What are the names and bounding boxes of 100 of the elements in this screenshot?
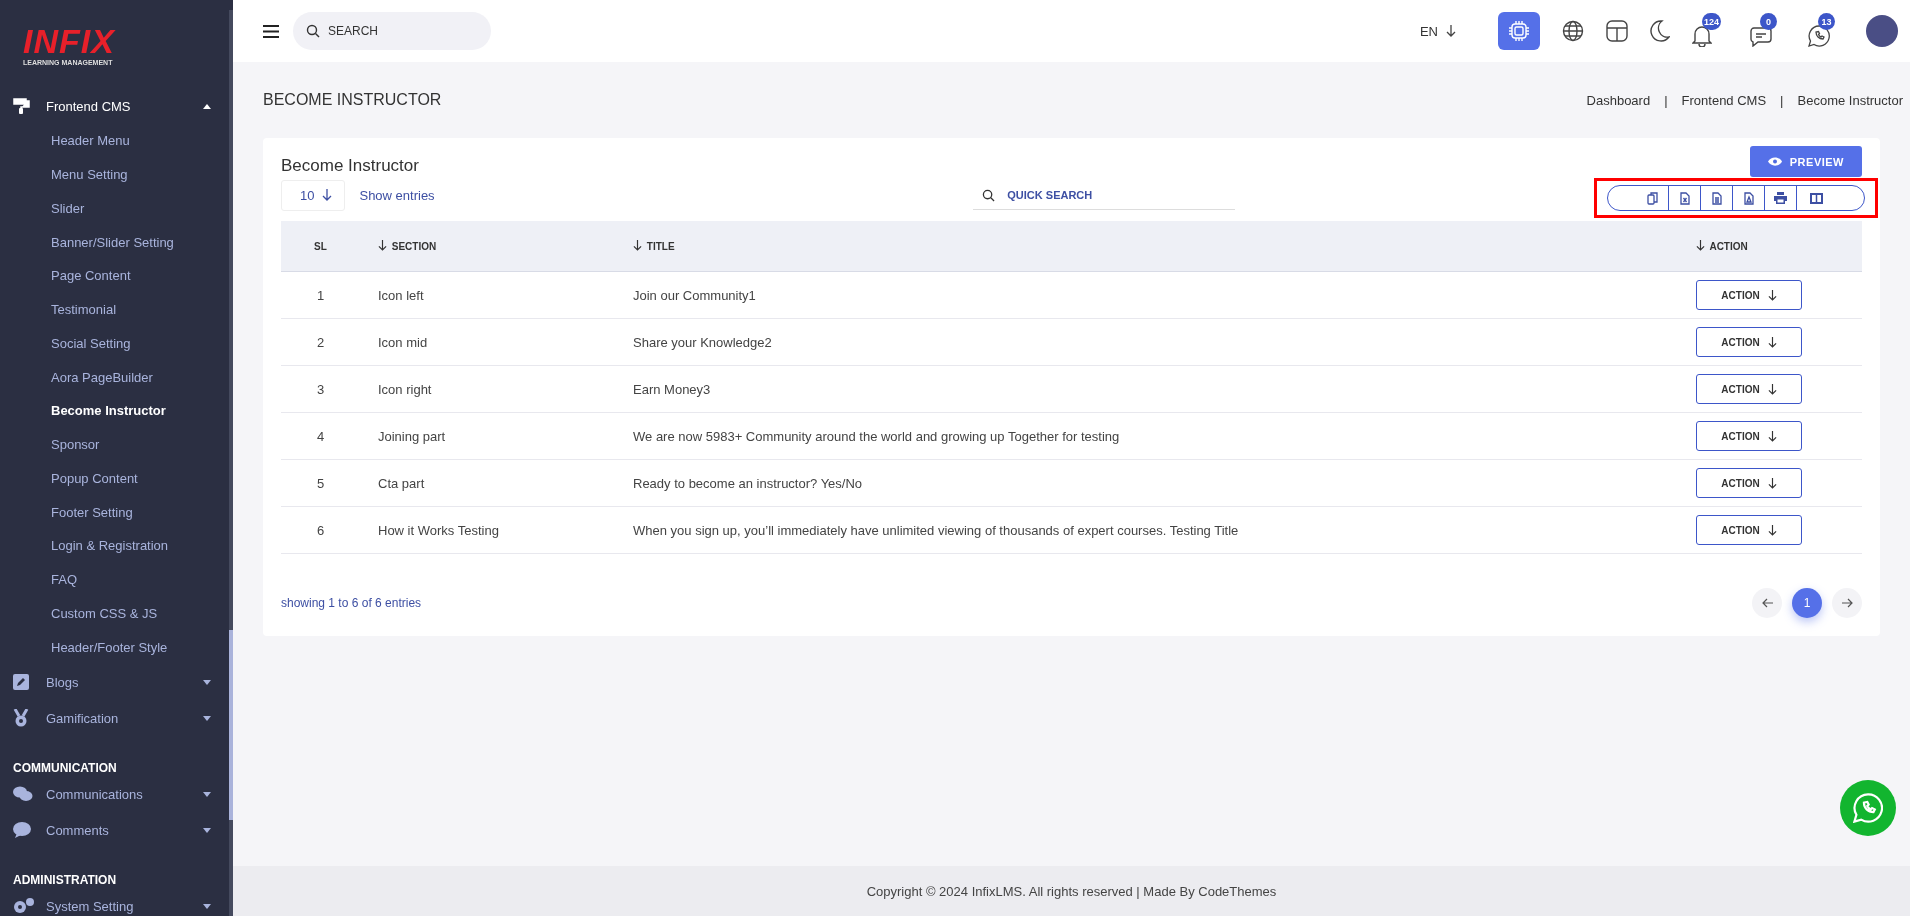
breadcrumb-link[interactable]: Become Instructor	[1797, 92, 1903, 108]
eye-icon	[1767, 157, 1782, 166]
search-icon	[982, 189, 996, 202]
breadcrumb-link[interactable]: Dashboard	[1586, 92, 1651, 108]
arrow-right-icon	[1841, 598, 1853, 608]
nav-subitem[interactable]: Login & Registration	[0, 529, 233, 563]
chat-icon	[1750, 27, 1772, 47]
action-dropdown-button[interactable]: ACTION	[1696, 468, 1802, 498]
nav-subitem[interactable]: Header/Footer Style	[0, 630, 233, 664]
breadcrumb-separator: |	[1664, 92, 1668, 108]
caret-icon	[203, 679, 211, 685]
nav-subitem[interactable]: Aora PageBuilder	[0, 360, 233, 394]
sort-arrow-icon	[633, 240, 642, 251]
logo-wordmark: INFIX	[23, 24, 117, 58]
bell-button[interactable]: 124	[1692, 13, 1728, 49]
action-dropdown-button[interactable]: ACTION	[1696, 421, 1802, 451]
nav-subitem[interactable]: Page Content	[0, 259, 233, 293]
nav-subitem[interactable]: Header Menu	[0, 124, 233, 158]
search-field[interactable]: SEARCH	[293, 12, 491, 50]
arrow-down-icon	[1767, 383, 1777, 395]
nav-group-item[interactable]: Comments	[0, 812, 233, 848]
globe-icon[interactable]	[1562, 20, 1584, 42]
pencil-square-icon	[13, 674, 29, 690]
sort-arrow-icon	[1696, 240, 1705, 251]
count-badge: 0	[1760, 13, 1777, 30]
action-dropdown-button[interactable]: ACTION	[1696, 515, 1802, 545]
column-header[interactable]: TITLE	[633, 221, 1695, 272]
layout-icon[interactable]	[1606, 20, 1628, 42]
action-dropdown-button[interactable]: ACTION	[1696, 374, 1802, 404]
nav-subitem[interactable]: Custom CSS & JS	[0, 596, 233, 631]
table-cell: 5	[281, 459, 360, 507]
nav-subitem[interactable]: Testimonial	[0, 292, 233, 327]
column-header[interactable]: SL	[281, 221, 360, 272]
arrow-down-icon	[1767, 289, 1777, 301]
nav-subitem[interactable]: FAQ	[0, 562, 233, 597]
nav-subitem[interactable]: Footer Setting	[0, 495, 233, 529]
nav-subitem[interactable]: Menu Setting	[0, 157, 233, 192]
nav-subitem[interactable]: Popup Content	[0, 461, 233, 496]
caret-icon	[203, 103, 211, 109]
table-cell: Icon right	[360, 365, 633, 413]
arrow-down-icon	[1446, 25, 1456, 37]
chip-icon	[1507, 19, 1531, 43]
menu-icon[interactable]	[263, 24, 279, 38]
nav-group-item[interactable]: Gamification	[0, 700, 233, 736]
card-title: Become Instructor	[281, 156, 419, 176]
page-number-button[interactable]: 1	[1792, 588, 1822, 618]
entries-summary: showing 1 to 6 of 6 entries	[281, 596, 422, 610]
nav-group-item[interactable]: Communications	[0, 776, 233, 812]
phone-bubble-icon	[1808, 25, 1830, 47]
action-dropdown-button[interactable]: ACTION	[1696, 280, 1802, 310]
table-cell: Join our Community1	[633, 271, 1695, 319]
medal-icon	[13, 709, 29, 727]
nav-group-item[interactable]: Frontend CMS	[0, 88, 233, 124]
table-cell: Share your Knowledge2	[633, 318, 1695, 366]
table-cell: We are now 5983+ Community around the world and growing up Together for testing	[633, 412, 1695, 460]
nav-subitem[interactable]: Banner/Slider Setting	[0, 225, 233, 259]
table-cell: How it Works Testing	[360, 506, 633, 554]
column-header[interactable]: ACTION	[1695, 221, 1862, 272]
table-cell: 4	[281, 412, 360, 460]
column-header[interactable]: SECTION	[360, 221, 633, 272]
nav-subitem[interactable]: Become Instructor	[0, 394, 233, 428]
phone-bubble-button[interactable]: 13	[1808, 13, 1844, 49]
language-selector[interactable]: EN	[1413, 22, 1462, 40]
moon-icon[interactable]	[1650, 20, 1670, 42]
table-cell: 1	[281, 271, 360, 319]
paint-roller-icon	[13, 97, 31, 115]
chat-button[interactable]: 0	[1750, 13, 1786, 49]
user-avatar[interactable]	[1866, 15, 1898, 47]
table-cell: Icon mid	[360, 318, 633, 366]
nav-subitem[interactable]: Sponsor	[0, 427, 233, 462]
nav-section-heading: COMMUNICATION	[12, 760, 118, 776]
speech-bubble-icon	[13, 822, 31, 838]
scrollbar-thumb[interactable]	[229, 630, 233, 820]
page-size-select[interactable]: 10	[281, 179, 346, 211]
table-cell: 3	[281, 365, 360, 413]
excel-file-icon	[1679, 191, 1690, 205]
caret-icon	[203, 903, 211, 909]
action-dropdown-button[interactable]: ACTION	[1696, 327, 1802, 357]
table-cell: When you sign up, you’ll immediately have unlimited viewing of thousands of expert courses. Testing Title	[633, 506, 1695, 554]
arrow-down-icon	[1767, 336, 1777, 348]
nav-group-item[interactable]: System Setting	[0, 888, 233, 916]
breadcrumb-link[interactable]: Frontend CMS	[1681, 92, 1767, 108]
columns-icon	[1810, 192, 1823, 204]
nav-group-item[interactable]: Blogs	[0, 664, 233, 700]
nav-subitem[interactable]: Slider	[0, 191, 233, 226]
caret-icon	[203, 827, 211, 833]
arrow-down-icon	[1767, 524, 1777, 536]
whatsapp-chat-button[interactable]	[1840, 780, 1896, 836]
document-icon	[1711, 191, 1722, 205]
preview-button[interactable]: PREVIEW	[1749, 146, 1862, 177]
phone-bubble-icon	[1853, 793, 1883, 823]
arrow-left-icon	[1761, 598, 1773, 608]
copyright-text: Copyright © 2024 InfixLMS. All rights reserved | Made By CodeThemes	[866, 883, 1277, 899]
nav-subitem[interactable]: Social Setting	[0, 326, 233, 361]
chat-bubbles-icon	[13, 786, 33, 802]
arrow-down-icon	[322, 189, 333, 201]
ai-chip-button[interactable]	[1498, 12, 1540, 50]
copy-icon	[1646, 191, 1658, 205]
caret-icon	[203, 715, 211, 721]
count-badge: 124	[1702, 13, 1722, 30]
